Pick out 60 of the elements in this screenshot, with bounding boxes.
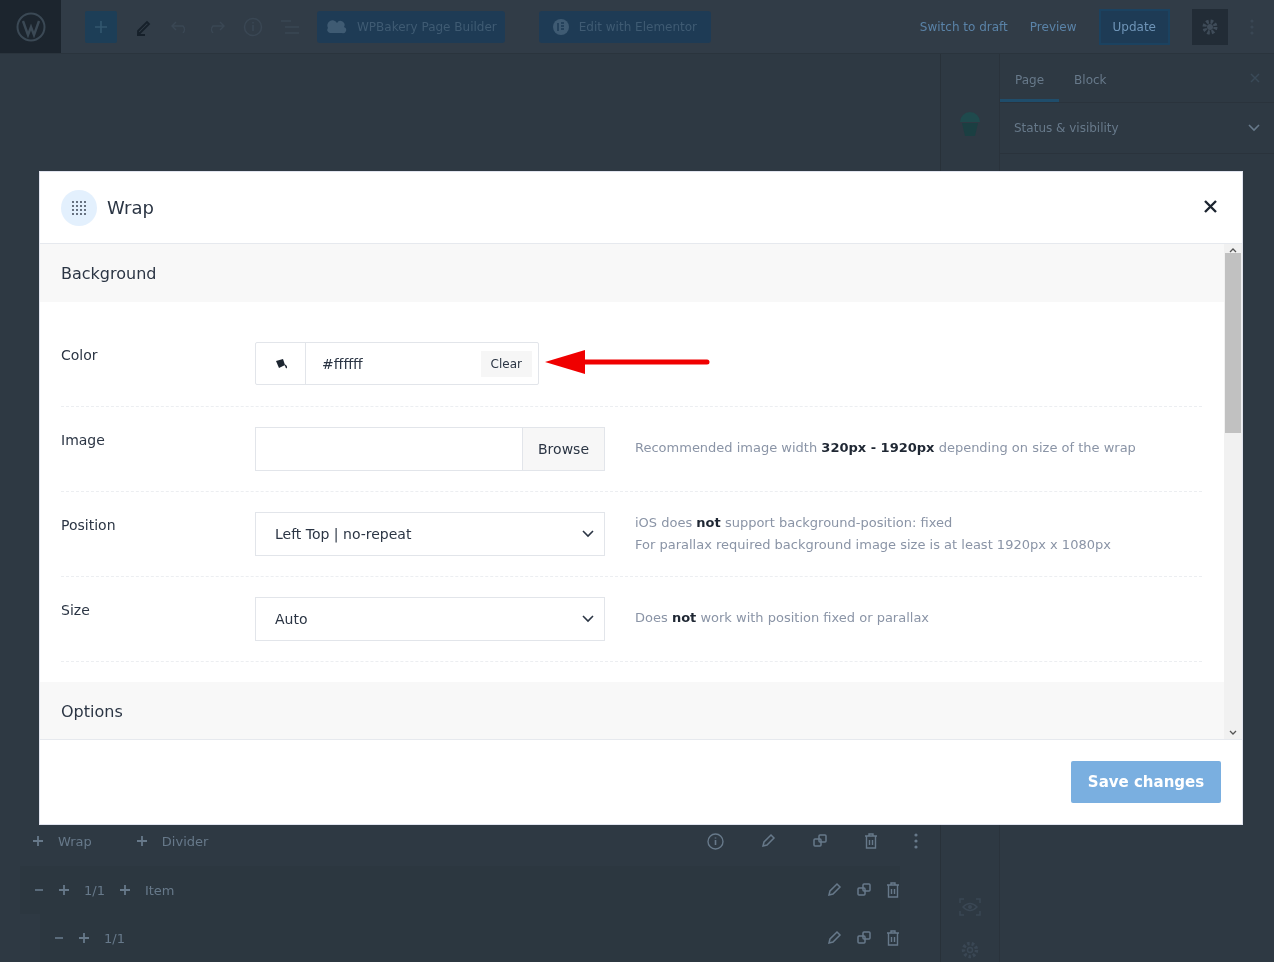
section-header[interactable]: Options [40, 682, 1224, 739]
select-field[interactable]: Left Top | no-repeat [255, 512, 605, 556]
scroll-down-icon[interactable] [1229, 730, 1237, 735]
plus-icon[interactable] [78, 932, 90, 944]
pencil-icon[interactable] [826, 930, 842, 946]
trash-icon[interactable] [886, 882, 900, 898]
help-text: Recommended image width 320px - 1920px depending on size of the wrap [635, 439, 1136, 457]
modal-title: Wrap [107, 197, 154, 218]
pencil-icon[interactable] [760, 833, 776, 849]
copy-icon[interactable] [856, 930, 872, 946]
chevron-icon [1248, 124, 1260, 132]
field-label: Color [61, 346, 99, 363]
cloud-icon [325, 19, 347, 34]
info-icon[interactable] [707, 832, 724, 850]
paint-bucket-icon[interactable] [273, 357, 288, 370]
toolbar-link[interactable]: Switch to draft [919, 19, 1008, 34]
copy-icon[interactable] [856, 882, 872, 898]
trash-icon[interactable] [886, 930, 900, 946]
column-ratio: 1/1 [104, 930, 125, 946]
trash-icon[interactable] [864, 833, 878, 849]
help-text: For parallax required background image size is at least 1920px x 1080px [635, 536, 1111, 554]
more-icon[interactable] [914, 833, 918, 849]
section-header[interactable]: Background [40, 244, 1224, 302]
image-field[interactable]: Browse [255, 427, 605, 471]
panel-header[interactable]: Status & visibility [1000, 103, 1274, 154]
close-icon [1204, 199, 1217, 213]
help-text: iOS does not support background-position: fixed [635, 514, 954, 532]
plus-icon[interactable] [32, 835, 44, 847]
field-label: Image [61, 431, 106, 448]
sidebar-tab[interactable]: Block [1059, 54, 1122, 102]
dropdown-chevron-icon [582, 530, 594, 538]
dropdown-chevron-icon [582, 615, 594, 623]
help-text: Does not work with position fixed or parallax [635, 609, 930, 627]
sidebar-tab[interactable]: Page [1000, 54, 1060, 102]
plus-icon[interactable] [118, 884, 131, 896]
column-ratio: 1/1 [84, 882, 105, 898]
clear-button[interactable]: Clear [480, 350, 532, 377]
add-block-button[interactable] [85, 10, 117, 43]
add-element-label[interactable]: Wrap [58, 833, 92, 849]
field-label: Position [61, 516, 117, 533]
toolbar-link[interactable]: Preview [1029, 19, 1077, 34]
settings-button[interactable] [1192, 8, 1228, 45]
field-label: Size [61, 601, 91, 618]
update-button[interactable]: Update [1098, 8, 1170, 45]
add-item-label[interactable]: Item [144, 882, 175, 898]
add-element-label[interactable]: Divider [161, 833, 209, 849]
scrollbar[interactable] [1224, 244, 1242, 739]
plus-icon[interactable] [58, 884, 70, 896]
browse-button[interactable]: Browse [522, 428, 604, 470]
save-button[interactable]: Save changes [1071, 761, 1221, 803]
select-field[interactable]: Auto [255, 597, 605, 641]
copy-icon[interactable] [812, 833, 828, 849]
grid-dots-icon [72, 200, 86, 215]
scroll-up-icon[interactable] [1229, 248, 1237, 253]
settings-icon [1201, 17, 1219, 36]
plus-icon[interactable] [135, 835, 148, 847]
pencil-icon[interactable] [826, 882, 842, 898]
wordpress-logo-icon[interactable] [15, 11, 46, 42]
color-field[interactable]: #ffffff Clear [255, 342, 539, 385]
elementor-logo-icon [552, 18, 569, 35]
